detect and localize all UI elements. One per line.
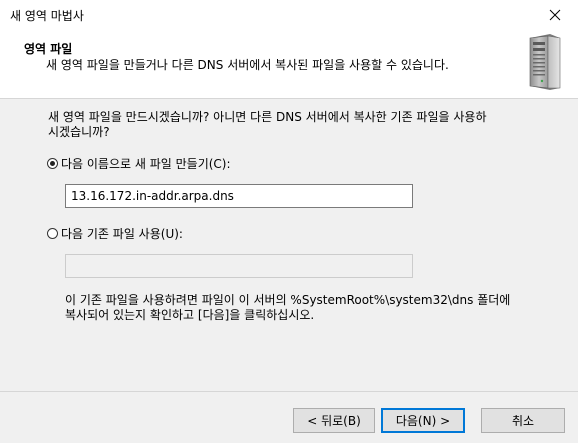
wizard-footer: < 뒤로(B) 다음(N) > 취소 [0, 392, 578, 443]
question-text: 새 영역 파일을 만드시겠습니까? 아니면 다른 DNS 서버에서 복사한 기존… [48, 110, 538, 140]
back-button[interactable]: < 뒤로(B) [293, 408, 375, 433]
new-zone-wizard-dialog: 새 영역 마법사 영역 파일 새 영역 파일을 만들거나 다른 DNS 서버에서… [0, 0, 578, 443]
page-subtitle: 새 영역 파일을 만들거나 다른 DNS 서버에서 복사된 파일을 사용할 수 … [46, 58, 449, 72]
new-file-label: 다음 이름으로 새 파일 만들기(C): [61, 157, 231, 171]
close-icon [549, 9, 561, 21]
window-title: 새 영역 마법사 [10, 9, 84, 23]
wizard-body: 새 영역 파일을 만드시겠습니까? 아니면 다른 DNS 서버에서 복사한 기존… [0, 99, 578, 391]
close-button[interactable] [532, 0, 578, 30]
wizard-header: 영역 파일 새 영역 파일을 만들거나 다른 DNS 서버에서 복사된 파일을 … [0, 30, 578, 98]
question-line-1: 새 영역 파일을 만드시겠습니까? 아니면 다른 DNS 서버에서 복사한 기존… [48, 110, 487, 124]
note-line-1: 이 기존 파일을 사용하려면 파일이 이 서버의 %SystemRoot%\sy… [65, 293, 511, 307]
existing-file-label: 다음 기존 파일 사용(U): [61, 227, 183, 241]
cancel-button[interactable]: 취소 [481, 408, 565, 433]
server-icon [529, 34, 561, 90]
existing-file-radio[interactable] [47, 228, 58, 239]
note-line-2: 복사되어 있는지 확인하고 [다음]을 클릭하십시오. [65, 308, 315, 322]
new-file-option[interactable]: 다음 이름으로 새 파일 만들기(C): [47, 155, 231, 172]
existing-file-note: 이 기존 파일을 사용하려면 파일이 이 서버의 %SystemRoot%\sy… [65, 293, 545, 323]
page-title: 영역 파일 [24, 42, 73, 56]
existing-file-name-input[interactable] [65, 254, 413, 278]
next-button[interactable]: 다음(N) > [381, 408, 465, 433]
question-line-2: 시겠습니까? [48, 125, 110, 139]
new-file-name-input[interactable]: 13.16.172.in-addr.arpa.dns [65, 184, 413, 208]
existing-file-option[interactable]: 다음 기존 파일 사용(U): [47, 225, 183, 242]
new-file-radio[interactable] [47, 158, 58, 169]
title-bar: 새 영역 마법사 [0, 0, 578, 30]
